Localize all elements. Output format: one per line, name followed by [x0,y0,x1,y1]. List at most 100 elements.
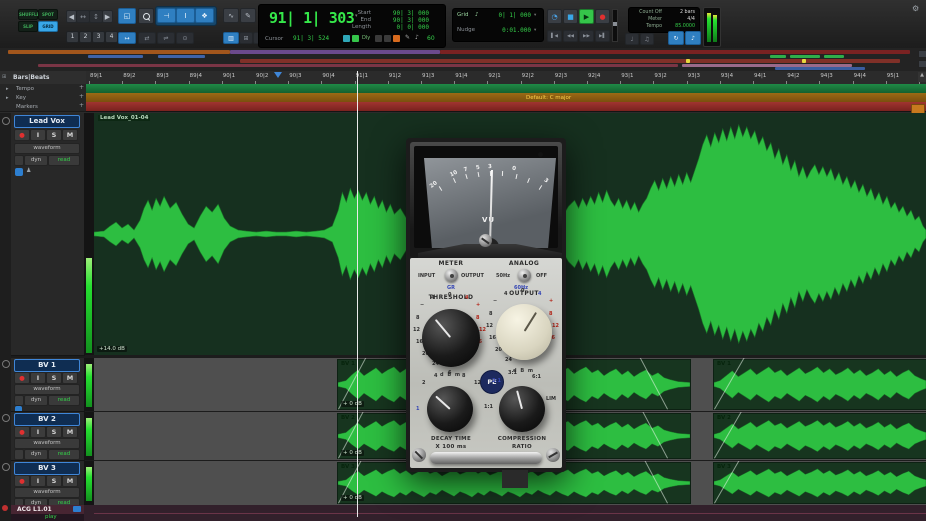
universe-view[interactable] [0,48,926,72]
mirrored-midi-button[interactable]: ▥ [223,32,239,44]
lead-automation-icon[interactable] [14,155,24,166]
nudge-value[interactable]: 0:01.000 [487,27,531,34]
universe-scroll-up[interactable] [918,50,926,58]
grabber-tool-button[interactable]: ❖ [195,8,214,23]
bv-input-button[interactable]: I [30,426,46,438]
playback-marker-icon[interactable] [274,72,282,78]
pencil-tool-button[interactable]: ✎ [240,8,256,23]
tempo-ruler-button[interactable]: ↻ [668,31,684,45]
key-add-button[interactable]: + [79,93,84,100]
lead-voice-icon[interactable] [15,168,23,176]
zoom-in-arrow[interactable]: ▶ [102,10,113,23]
return-to-zero-button[interactable]: ▌◀ [547,30,562,42]
insertion-follows-playback-button[interactable]: ⊙ [176,32,194,44]
bv-clip-2[interactable]: BV 1 [713,359,926,410]
universe-scroll-down[interactable] [918,60,926,68]
lead-mute-button[interactable]: M [62,129,78,141]
bv-automation-icon[interactable] [14,395,24,406]
key-collapse-icon[interactable]: ▸ [6,95,9,101]
lead-clip-name[interactable]: Lead Vox_01-04 [98,115,150,121]
compression-ratio-knob[interactable] [499,386,545,432]
bv-dyn-selector[interactable]: dyn [24,395,48,406]
bv-input-button[interactable]: I [30,475,46,487]
lead-view-selector[interactable]: waveform [14,143,80,154]
edit-mode-grid[interactable]: GRID [38,21,58,32]
stop-button[interactable]: ■ [563,9,578,24]
tempo-add-button[interactable]: + [79,84,84,91]
bv-clip-gain[interactable]: + 0 dB [341,401,364,407]
meter-switch-value[interactable]: GR [447,285,455,291]
edit-mode-spot[interactable]: SPOT [38,9,58,20]
bv-record-button[interactable]: ● [14,372,30,384]
bv-track-name[interactable]: BV 2 [14,413,80,426]
gear-icon[interactable]: ⚙ [912,4,919,13]
zoom-preset-3[interactable]: 3 [92,31,105,43]
bv-track-name[interactable]: BV 3 [14,462,80,475]
timeline-insertion-icon[interactable] [343,35,350,42]
tempo-value[interactable]: 85.0000 [665,24,695,29]
bv-input-button[interactable]: I [30,372,46,384]
zoom-toggle-button[interactable]: ◱ [118,8,136,24]
bv-clip-2[interactable]: BV 3 [713,462,926,504]
lead-solo-button[interactable]: S [46,129,62,141]
selector-tool-button[interactable]: I [176,8,195,23]
selection-length-value[interactable]: 0| 0| 000 [381,24,429,31]
default-velocity-value[interactable]: 60 [427,35,435,42]
bv-view-selector[interactable]: waveform [14,487,80,498]
ruler-title[interactable]: Bars|Beats [13,74,49,81]
threshold-knob[interactable] [422,309,480,367]
bv-clip-gain[interactable]: + 0 dB [341,495,364,501]
status-warning-icon[interactable] [393,35,400,42]
zoomer-tool-button[interactable] [138,8,154,24]
bv-solo-button[interactable]: S [46,475,62,487]
lead-clip-gain[interactable]: +14.0 dB [97,346,127,352]
online-button[interactable]: ◔ [547,9,562,24]
lead-dyn-selector[interactable]: dyn [24,155,48,166]
lead-group-icon[interactable] [2,117,10,125]
delay-indicator[interactable]: Dly [362,35,370,41]
acg-status[interactable]: play [45,514,57,520]
bv-automation-mode[interactable]: read [48,449,80,460]
fast-forward-button[interactable]: ▶▶ [579,30,594,42]
lead-vox-name[interactable]: Lead Vox [14,115,80,128]
play-button[interactable]: ▶ [579,9,594,24]
meter-value[interactable]: 4/4 [665,17,695,22]
meter-switch[interactable] [445,269,458,282]
bv-view-selector[interactable]: waveform [14,438,80,449]
pie-compressor-plugin-window[interactable]: 201075303 VU METER ANALOG INPUT OUTPUT 5… [406,138,566,472]
markers-add-button[interactable]: + [79,102,84,109]
acg-freeze-icon[interactable] [73,506,81,512]
bv-record-button[interactable]: ● [14,426,30,438]
markers-ruler-row[interactable]: Markers + [0,102,86,112]
grid-dropdown-icon[interactable]: ▾ [534,13,536,18]
acg-track-name[interactable]: ACG L1.01 [17,506,52,513]
edit-mode-shuffle[interactable]: SHUFFLE [18,9,38,20]
transport-mini-fader[interactable] [612,9,618,42]
pencil-mini-icon[interactable]: ✎ [405,34,410,41]
bv-track-name[interactable]: BV 1 [14,359,80,372]
bv-mute-button[interactable]: M [62,426,78,438]
acg-track-header[interactable]: ACG L1.01 [11,505,85,514]
bv-mute-button[interactable]: M [62,475,78,487]
layered-edit-button[interactable]: ⊞ [239,32,253,44]
acg-lane[interactable] [84,505,926,521]
bv-automation-mode[interactable]: read [48,395,80,406]
count-off-button[interactable]: ♫ [640,33,654,45]
zoom-preset-1[interactable]: 1 [66,31,79,43]
link-track-edit-button[interactable]: ⇌ [157,32,175,44]
grid-label[interactable]: Grid [457,12,469,18]
decay-time-knob[interactable] [427,386,473,432]
nudge-dropdown-icon[interactable]: ▾ [534,28,536,33]
lead-input-button[interactable]: I [30,129,46,141]
output-knob[interactable] [496,304,552,360]
zoom-horizontal-icon[interactable]: ↔ [76,10,90,23]
selection-end-value[interactable]: 90| 3| 000 [381,17,429,24]
metronome-button[interactable]: ♩ [625,33,639,45]
bv-clip-gain[interactable]: + 0 dB [341,450,364,456]
bv-record-button[interactable]: ● [14,475,30,487]
bv-mute-button[interactable]: M [62,372,78,384]
bv-dyn-selector[interactable]: dyn [24,449,48,460]
bv-solo-button[interactable]: S [46,426,62,438]
lead-automation-mode[interactable]: read [48,155,80,166]
ruler-scroll-up-icon[interactable]: ▲ [918,72,926,82]
